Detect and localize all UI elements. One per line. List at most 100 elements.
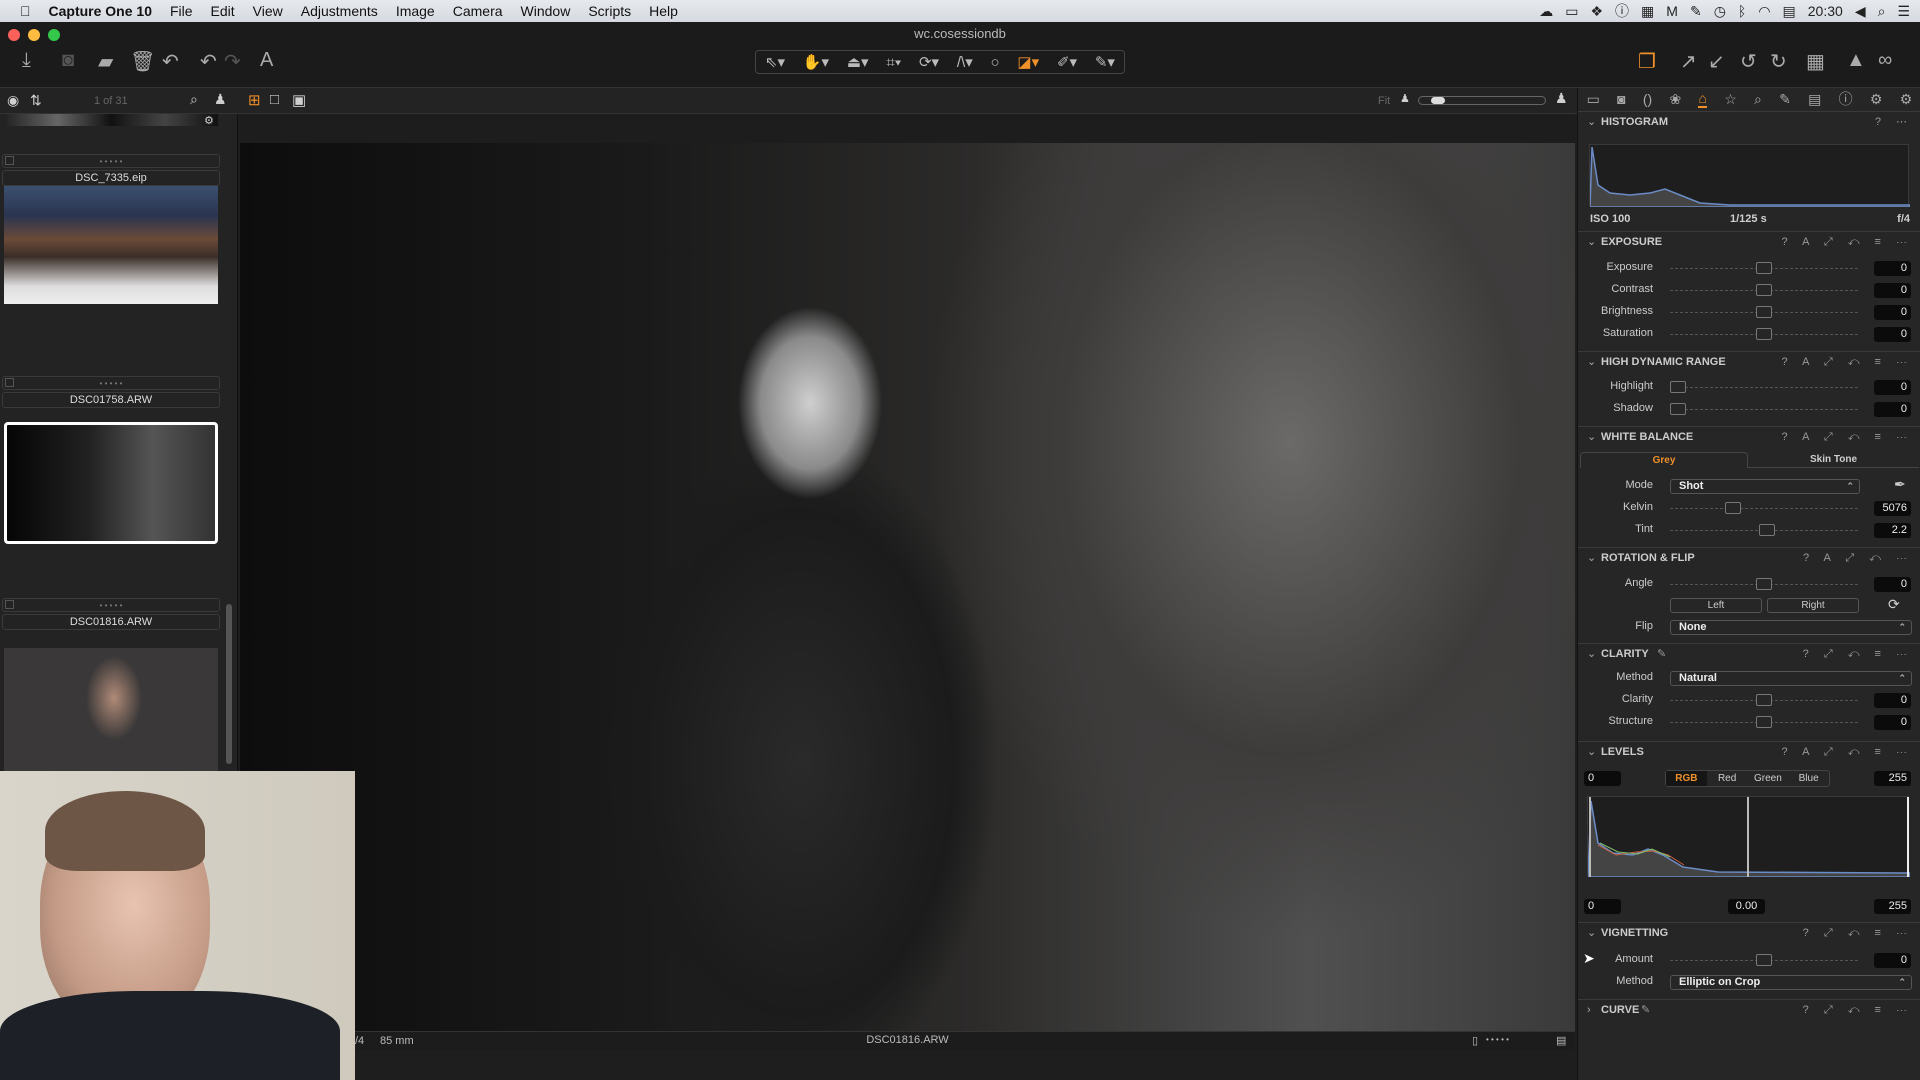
slider-amount[interactable] bbox=[1670, 954, 1858, 966]
crop-tool-icon[interactable]: ⌗▾ bbox=[886, 54, 901, 71]
value-field-shadow[interactable]: 0 bbox=[1874, 402, 1911, 417]
variants-icon[interactable]: ❐ bbox=[1638, 49, 1656, 74]
thumbnail-image[interactable] bbox=[4, 648, 218, 774]
slider-contrast[interactable] bbox=[1670, 284, 1858, 296]
slider-handle[interactable] bbox=[1725, 502, 1742, 514]
grid-icon[interactable]: ▦ bbox=[1806, 49, 1825, 74]
value-field-contrast[interactable]: 0 bbox=[1874, 283, 1911, 298]
filmstrip-view-icon[interactable]: ▣ bbox=[292, 91, 306, 109]
clarity-method-select[interactable]: Natural bbox=[1670, 671, 1912, 686]
select-tool-icon[interactable]: ⇖▾ bbox=[765, 53, 785, 71]
slider-tint[interactable] bbox=[1670, 524, 1858, 536]
calendar-icon[interactable]: ▦ bbox=[1641, 3, 1654, 20]
menu-file[interactable]: File bbox=[161, 3, 202, 19]
metadata-icon[interactable]: ▤ bbox=[1556, 1034, 1566, 1047]
metadata-tab-icon[interactable]: ▤ bbox=[1808, 91, 1821, 108]
slider-brightness[interactable] bbox=[1670, 306, 1858, 318]
undo-icon[interactable]: ↶ bbox=[200, 49, 217, 74]
section-tools-icon[interactable]: ? A ⤢ ↶ ⋯ bbox=[1803, 548, 1913, 568]
section-tools-icon[interactable]: ? A ⤢ ↶ ≡ ⋯ bbox=[1782, 427, 1914, 447]
mode-select[interactable]: Shot bbox=[1670, 479, 1860, 494]
section-header-levels[interactable]: ⌄ LEVELS ? A ⤢ ↶ ≡ ⋯ bbox=[1578, 741, 1920, 761]
menu-image[interactable]: Image bbox=[387, 3, 444, 19]
apple-icon[interactable]:  bbox=[0, 3, 40, 19]
display-icon[interactable]: ▭ bbox=[1565, 3, 1578, 20]
section-tools-icon[interactable]: ? ⤢ ↶ ≡ ⋯ bbox=[1803, 644, 1913, 664]
reset-icon[interactable]: ↶ bbox=[162, 49, 179, 74]
settings-tab-icon[interactable]: ⚙ bbox=[1870, 91, 1883, 108]
section-tools-icon[interactable]: ? ⤢ ↶ ≡ ⋯ bbox=[1803, 923, 1913, 943]
section-tools-icon[interactable]: ? A ⤢ ↶ ≡ ⋯ bbox=[1782, 352, 1914, 372]
rotate-tool-icon[interactable]: ⟳▾ bbox=[919, 53, 939, 71]
thumbnail-checkbox[interactable] bbox=[5, 600, 14, 609]
flip-select[interactable]: None bbox=[1670, 620, 1912, 635]
notification-icon[interactable]: ☰ bbox=[1897, 3, 1910, 20]
channel-rgb[interactable]: RGB bbox=[1666, 771, 1707, 786]
bluetooth-icon[interactable]: ᛒ bbox=[1738, 3, 1746, 19]
value-field-saturation[interactable]: 0 bbox=[1874, 327, 1911, 342]
thumbnail-checkbox[interactable] bbox=[5, 378, 14, 387]
exposure-tab-icon[interactable]: ⌂ bbox=[1698, 90, 1707, 108]
thumbnail-rating[interactable]: • • • • • bbox=[2, 376, 220, 390]
slider-handle[interactable] bbox=[1670, 381, 1686, 393]
thumbnail-rating[interactable]: • • • • • bbox=[2, 154, 220, 168]
onepassword-icon[interactable]: ⓘ bbox=[1615, 1, 1629, 21]
section-header-histogram[interactable]: ⌄ HISTOGRAM ? ⋯ bbox=[1578, 111, 1920, 131]
thumbnail-image[interactable] bbox=[4, 186, 218, 304]
menu-view[interactable]: View bbox=[244, 3, 292, 19]
section-tools-icon[interactable]: ? A ⤢ ↶ ≡ ⋯ bbox=[1782, 232, 1914, 252]
slider-handle[interactable] bbox=[1756, 284, 1772, 296]
slider-handle[interactable] bbox=[1756, 328, 1772, 340]
value-field-tint[interactable]: 2.2 bbox=[1874, 523, 1911, 538]
vignetting-method-select[interactable]: Elliptic on Crop bbox=[1670, 975, 1912, 990]
value-field-clarity[interactable]: 0 bbox=[1874, 693, 1911, 708]
slider-highlight[interactable] bbox=[1670, 381, 1858, 393]
thumbnail-rating[interactable]: • • • • • bbox=[2, 598, 220, 612]
slider-handle[interactable] bbox=[1756, 306, 1772, 318]
copy-adjustments-icon[interactable]: ↗ bbox=[1680, 49, 1697, 74]
text-icon[interactable]: A bbox=[260, 49, 273, 72]
menu-window[interactable]: Window bbox=[512, 3, 580, 19]
slider-handle[interactable] bbox=[1759, 524, 1776, 536]
slider-kelvin[interactable] bbox=[1670, 502, 1858, 514]
spot-tool-icon[interactable]: ○ bbox=[991, 54, 1000, 71]
rotate-right-button[interactable]: Right bbox=[1767, 598, 1859, 613]
picker-tool-icon[interactable]: ✐▾ bbox=[1057, 53, 1077, 71]
levels-output-high[interactable]: 255 bbox=[1874, 899, 1911, 914]
time-machine-icon[interactable]: ◷ bbox=[1714, 3, 1726, 20]
slider-structure[interactable] bbox=[1670, 716, 1858, 728]
chevron-down-icon[interactable]: ⌄ bbox=[1587, 112, 1596, 132]
thumbnail-size-slider[interactable] bbox=[1418, 96, 1546, 105]
levels-output-low[interactable]: 0 bbox=[1584, 899, 1621, 914]
tab-skin-tone[interactable]: Skin Tone bbox=[1748, 452, 1919, 468]
chevron-down-icon[interactable]: ⌄ bbox=[1587, 427, 1596, 447]
proof-glasses-icon[interactable]: ∞ bbox=[1878, 49, 1892, 72]
value-field-angle[interactable]: 0 bbox=[1874, 577, 1911, 592]
channel-green[interactable]: Green bbox=[1748, 771, 1789, 786]
section-tools-icon[interactable]: ? ⤢ ↶ ≡ ⋯ bbox=[1803, 1000, 1913, 1020]
main-photo[interactable] bbox=[240, 143, 1575, 1031]
value-field-brightness[interactable]: 0 bbox=[1874, 305, 1911, 320]
camera-icon[interactable]: ◙ bbox=[62, 49, 74, 72]
slider-exposure[interactable] bbox=[1670, 262, 1858, 274]
redo-icon[interactable]: ↷ bbox=[224, 49, 241, 74]
rotate-left-icon[interactable]: ↺ bbox=[1740, 49, 1757, 74]
rotate-left-button[interactable]: Left bbox=[1670, 598, 1762, 613]
rating-stars[interactable]: • • • • • bbox=[1486, 1035, 1509, 1044]
slider-handle[interactable] bbox=[1756, 694, 1772, 706]
value-field-amount[interactable]: 0 bbox=[1874, 953, 1911, 968]
section-tools-icon[interactable]: ? ⋯ bbox=[1875, 112, 1913, 132]
menu-edit[interactable]: Edit bbox=[202, 3, 244, 19]
output-tab-icon[interactable]: ⓘ bbox=[1839, 89, 1853, 109]
exposure-warning-icon[interactable]: ▲ bbox=[1846, 49, 1866, 72]
rating-dots[interactable]: • • • • • bbox=[100, 379, 123, 388]
eye-icon[interactable]: ◉ bbox=[7, 92, 19, 109]
sort-icon[interactable]: ⇅ bbox=[30, 92, 42, 109]
local-adjust-tab-icon[interactable]: ⌕ bbox=[1754, 91, 1762, 108]
grid-view-icon[interactable]: ⊞ bbox=[248, 91, 261, 109]
eyedropper-icon[interactable]: ✒ bbox=[1894, 476, 1906, 493]
batch-tab-icon[interactable]: ⚙ bbox=[1900, 91, 1913, 108]
slider-saturation[interactable] bbox=[1670, 328, 1858, 340]
slider-handle[interactable] bbox=[1756, 262, 1772, 274]
channel-blue[interactable]: Blue bbox=[1788, 771, 1829, 786]
